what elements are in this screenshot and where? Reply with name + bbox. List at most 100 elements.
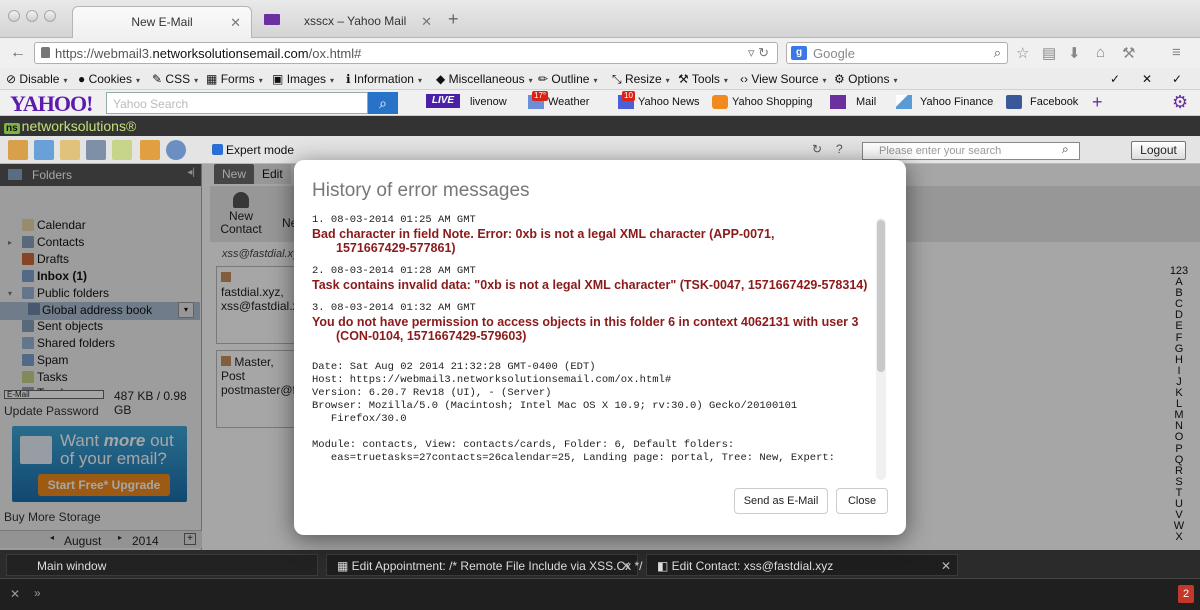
devbar-resize[interactable]: ⤡ Resize ▾ <box>612 72 670 87</box>
back-icon[interactable]: ← <box>10 44 26 62</box>
portal-home-icon[interactable] <box>8 140 28 160</box>
weather-badge: 17° <box>532 91 549 101</box>
devbar-label: Images <box>286 72 327 86</box>
send-as-email-button[interactable]: Send as E-Mail <box>734 488 828 514</box>
search-icon[interactable]: ⌕ <box>994 45 1001 61</box>
settings-module-icon[interactable] <box>166 140 186 160</box>
scrollbar-thumb[interactable] <box>877 220 885 372</box>
help-icon[interactable]: ? <box>836 142 843 156</box>
close-tab-icon[interactable]: ✕ <box>421 14 432 30</box>
close-window-button[interactable] <box>8 10 20 22</box>
task-edit-appointment[interactable]: ▦ Edit Appointment: /* Remote File Inclu… <box>326 554 654 576</box>
global-search-input[interactable]: Please enter your search <box>862 142 1080 160</box>
notification-badge[interactable]: 2 <box>1178 585 1194 603</box>
devbar-label: Information <box>353 72 414 86</box>
devbar-options[interactable]: ⚙ Options ▾ <box>834 72 897 86</box>
devbar-label: Options <box>848 72 890 86</box>
networksolutions-logo: ns networksolutions® <box>4 118 136 134</box>
brand-name: networksolutions <box>21 118 126 134</box>
yahoo-link-facebook[interactable]: Facebook <box>1030 96 1078 108</box>
devbar-outline[interactable]: ✏ Outline ▾ <box>538 72 597 86</box>
addon-bar: ✕ » 2 <box>0 578 1200 610</box>
close-task-icon[interactable]: ✕ <box>941 559 951 573</box>
close-toolbar-icon[interactable]: ✕ <box>1142 72 1152 86</box>
devbar-information[interactable]: ℹ Information ▾ <box>346 72 422 86</box>
task-label: Edit Contact: xss@fastdial.xyz <box>671 559 834 573</box>
close-button[interactable]: Close <box>836 488 888 514</box>
close-task-icon[interactable]: ✕ <box>621 559 631 573</box>
check-icon[interactable]: ✓ <box>1172 72 1182 86</box>
devbar-label: Forms <box>220 72 255 86</box>
devbar-disable[interactable]: ⊘ Disable ▾ <box>6 72 67 86</box>
contacts-module-icon[interactable] <box>86 140 106 160</box>
yahoo-link-shopping[interactable]: Yahoo Shopping <box>732 96 813 108</box>
devbar-label: View Source <box>751 72 819 86</box>
url-field[interactable]: https://webmail3.networksolutionsemail.c… <box>34 42 778 64</box>
yahoo-link-news[interactable]: Yahoo News <box>638 96 700 108</box>
information-icon: ℹ <box>346 72 351 86</box>
refresh-icon[interactable]: ↻ <box>812 142 822 156</box>
yahoo-link-weather[interactable]: Weather <box>548 96 589 108</box>
tasks-module-icon[interactable] <box>112 140 132 160</box>
settings-gear-icon[interactable]: ⚙ <box>1172 92 1188 113</box>
devbar-view-source[interactable]: ‹› View Source ▾ <box>740 72 827 86</box>
downloads-icon[interactable]: ⬇ <box>1068 44 1081 62</box>
yahoo-link-livenow[interactable]: livenow <box>470 96 507 108</box>
devbar-miscellaneous[interactable]: ◆ Miscellaneous ▾ <box>436 72 533 86</box>
checkbox-checked-icon[interactable] <box>212 144 223 155</box>
new-tab-icon[interactable]: + <box>448 9 459 30</box>
task-label: Main window <box>37 559 107 573</box>
brand-suffix: ® <box>125 118 137 134</box>
yahoo-search-button[interactable]: ⌕ <box>368 92 398 114</box>
navigation-bar: ← https://webmail3.networksolutionsemail… <box>0 38 1200 68</box>
task-main-window[interactable]: Main window <box>6 554 318 576</box>
devbar-label: Tools <box>691 72 720 86</box>
task-edit-contact[interactable]: ◧ Edit Contact: xss@fastdial.xyz ✕ <box>646 554 958 576</box>
search-icon[interactable]: ⌕ <box>1062 142 1069 157</box>
ns-mark-icon: ns <box>4 123 20 134</box>
infostore-module-icon[interactable] <box>140 140 160 160</box>
google-icon[interactable]: g <box>791 46 807 60</box>
devbar-css[interactable]: ✎ CSS ▾ <box>152 72 198 86</box>
expand-icon[interactable]: » <box>34 586 41 600</box>
reload-icon[interactable]: ▿ ↻ <box>748 45 769 61</box>
yahoo-link-finance[interactable]: Yahoo Finance <box>920 96 993 108</box>
bookmarks-list-icon[interactable]: ▤ <box>1042 44 1056 62</box>
search-placeholder: Google <box>813 46 855 61</box>
yahoo-search-input[interactable]: Yahoo Search <box>106 92 368 114</box>
search-engine-field[interactable]: g Google ⌕ <box>786 42 1008 64</box>
close-tab-icon[interactable]: ✕ <box>230 15 241 31</box>
expert-mode-toggle[interactable]: Expert mode <box>212 143 294 157</box>
devbar-cookies[interactable]: ● Cookies ▾ <box>78 72 140 86</box>
bookmark-star-icon[interactable]: ☆ <box>1016 44 1029 62</box>
tab-yahoo-mail[interactable]: xsscx – Yahoo Mail ✕ <box>292 6 442 38</box>
zoom-window-button[interactable] <box>44 10 56 22</box>
shopping-bag-icon <box>712 95 728 109</box>
minimize-window-button[interactable] <box>26 10 38 22</box>
expert-mode-label: Expert mode <box>226 143 295 157</box>
calendar-module-icon[interactable] <box>60 140 80 160</box>
devbar-label: Outline <box>551 72 590 86</box>
email-module-icon[interactable] <box>34 140 54 160</box>
devbar-tools[interactable]: ⚒ Tools ▾ <box>678 72 728 86</box>
tab-new-email[interactable]: New E-Mail ✕ <box>72 6 252 38</box>
devbar-forms[interactable]: ▦ Forms ▾ <box>206 72 263 86</box>
yahoo-link-mail[interactable]: Mail <box>856 96 876 108</box>
logout-button[interactable]: Logout <box>1131 141 1186 160</box>
devbar-images[interactable]: ▣ Images ▾ <box>272 72 334 86</box>
resize-icon: ⤡ <box>612 72 622 86</box>
yahoo-logo[interactable]: YAHOO! <box>10 91 93 117</box>
close-addon-bar-icon[interactable]: ✕ <box>10 587 20 601</box>
error-meta: 3. 08-03-2014 01:32 AM GMT <box>312 302 476 314</box>
error-message: You do not have permission to access obj… <box>312 315 859 343</box>
home-icon[interactable]: ⌂ <box>1096 44 1105 61</box>
error-entry: 3. 08-03-2014 01:32 AM GMT You do not ha… <box>312 302 872 343</box>
dialog-scrollbar[interactable] <box>876 218 886 480</box>
addon-icon[interactable]: ⚒ <box>1122 44 1135 62</box>
validate-icon[interactable]: ✓ <box>1110 72 1120 86</box>
live-badge[interactable]: LIVE <box>426 94 460 108</box>
tools-icon: ⚒ <box>678 72 689 86</box>
facebook-icon <box>1006 95 1022 109</box>
menu-icon[interactable]: ≡ <box>1172 44 1181 61</box>
add-icon[interactable]: + <box>1092 92 1103 113</box>
